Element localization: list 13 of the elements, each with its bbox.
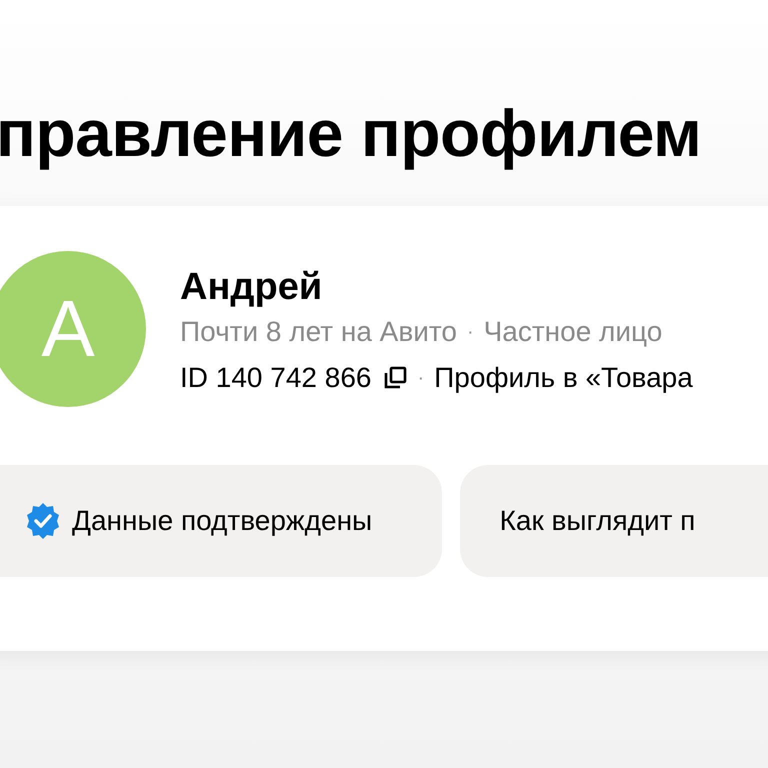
separator-dot: · bbox=[466, 320, 474, 345]
verified-icon bbox=[24, 502, 62, 540]
profile-id: ID 140 742 866 bbox=[180, 361, 372, 395]
preview-button[interactable]: Как выглядит п bbox=[460, 465, 768, 577]
page-title: правление профилем bbox=[0, 95, 702, 172]
profile-link[interactable]: Профиль в «Товара bbox=[434, 355, 693, 401]
avatar: A bbox=[0, 251, 146, 407]
separator-dot: · bbox=[418, 366, 424, 391]
verified-button[interactable]: Данные подтверждены bbox=[0, 465, 442, 577]
account-type: Частное лицо bbox=[484, 315, 662, 349]
copy-icon[interactable] bbox=[382, 365, 408, 391]
user-name: Андрей bbox=[180, 265, 324, 309]
tenure-text: Почти 8 лет на Авито bbox=[180, 315, 457, 349]
